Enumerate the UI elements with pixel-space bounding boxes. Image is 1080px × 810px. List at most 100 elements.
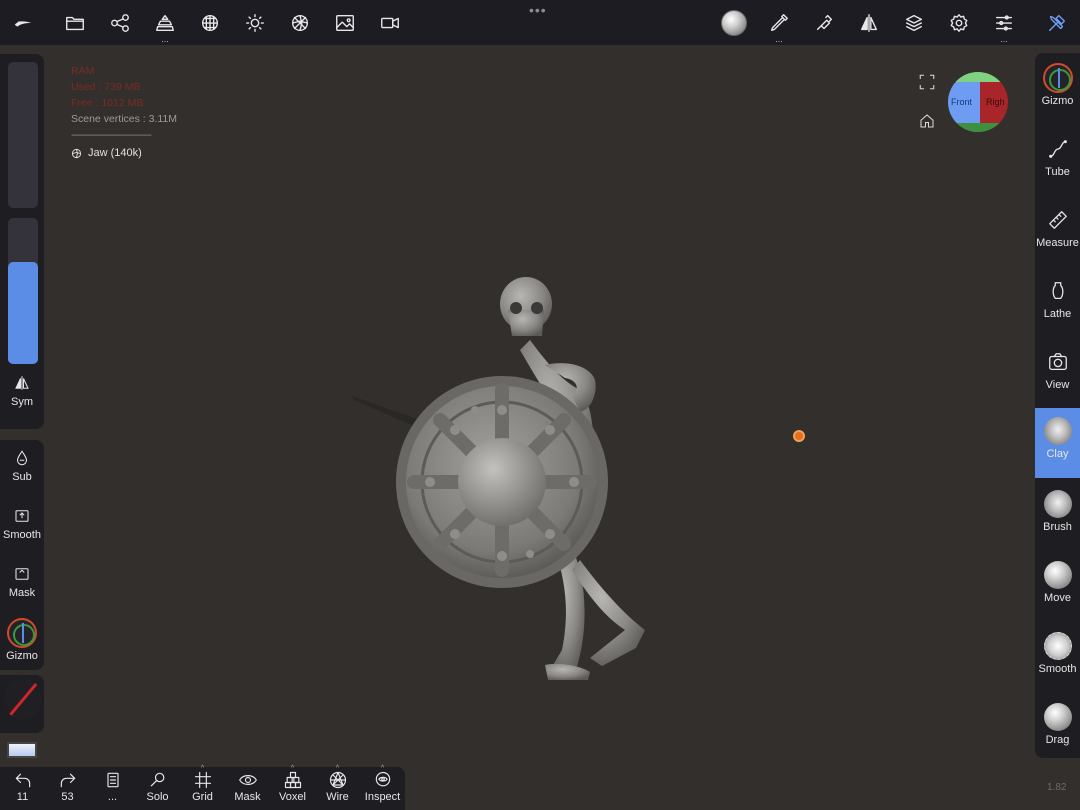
smooth-button[interactable]: Smooth xyxy=(0,507,44,541)
mask-square-icon xyxy=(15,568,29,580)
tool-label: Drag xyxy=(1045,734,1070,746)
grid-button[interactable]: ^ Grid xyxy=(180,765,225,803)
material-ball-icon[interactable] xyxy=(719,8,749,38)
more-indicator: ... xyxy=(775,34,783,44)
inspect-label: Inspect xyxy=(364,791,401,803)
voxel-button[interactable]: ^ Voxel xyxy=(270,765,315,803)
ram-label: RAM xyxy=(71,65,95,77)
history-label: ... xyxy=(107,791,118,803)
home-icon[interactable] xyxy=(918,112,938,132)
topology-icon[interactable] xyxy=(195,8,225,38)
brush-radius-slider[interactable] xyxy=(8,62,38,208)
paint-brush-icon[interactable]: ... xyxy=(764,8,794,44)
video-icon[interactable] xyxy=(375,8,405,38)
inspect-icon xyxy=(375,771,390,787)
pivot-point[interactable] xyxy=(793,430,805,442)
tool-drag[interactable]: Drag xyxy=(1035,694,1080,758)
drag-handle[interactable]: ••• xyxy=(529,2,547,18)
tool-gizmo[interactable]: Gizmo xyxy=(1035,55,1080,125)
color-picker-icon[interactable] xyxy=(4,678,42,720)
fullscreen-icon[interactable] xyxy=(918,73,938,93)
lighting-icon[interactable] xyxy=(240,8,270,38)
sliders-icon[interactable]: ... xyxy=(989,8,1019,44)
symmetry-icon xyxy=(15,376,29,390)
caret-up-icon: ^ xyxy=(290,765,295,772)
top-toolbar: ••• ... ... ... xyxy=(0,0,1080,45)
eye-icon xyxy=(238,775,257,785)
tools-icon[interactable] xyxy=(1042,8,1072,38)
intensity-fill xyxy=(8,261,38,364)
camera-icon xyxy=(1048,353,1067,370)
tool-move[interactable]: Move xyxy=(1035,552,1080,622)
view-cube-top[interactable] xyxy=(948,72,1008,82)
smooth-brush-icon xyxy=(1043,632,1072,660)
inspect-button[interactable]: ^ Inspect xyxy=(360,765,405,803)
redo-button[interactable]: 53 xyxy=(45,770,90,803)
caret-up-icon: ^ xyxy=(200,765,205,772)
symmetry-icon[interactable] xyxy=(854,8,884,38)
search-icon xyxy=(150,772,164,787)
mask-visibility-button[interactable]: Mask xyxy=(225,770,270,803)
tool-tube[interactable]: Tube xyxy=(1035,126,1080,196)
skeleton-jaw xyxy=(508,310,544,336)
more-indicator: ... xyxy=(161,34,169,44)
wire-button[interactable]: ^ Wire xyxy=(315,765,360,803)
ruler-icon xyxy=(1048,211,1067,229)
more-indicator: ... xyxy=(1000,34,1008,44)
tool-brush[interactable]: Brush xyxy=(1035,481,1080,551)
mask-button[interactable]: Mask xyxy=(0,565,44,599)
tool-label: Measure xyxy=(1036,237,1079,249)
view-cube-bottom[interactable] xyxy=(948,123,1008,132)
grid-label: Grid xyxy=(192,791,213,803)
caret-up-icon: ^ xyxy=(335,765,340,772)
tool-label: Smooth xyxy=(1038,663,1077,675)
scene-stats: RAM Used : 739 MB Free : 1012 MB Scene v… xyxy=(71,63,177,161)
mask-bottom-label: Mask xyxy=(234,791,261,803)
tool-clay[interactable]: Clay xyxy=(1035,408,1080,478)
voxel-icon xyxy=(284,771,301,789)
background-icon[interactable] xyxy=(330,8,360,38)
brush-icon xyxy=(1043,490,1072,518)
solo-label: Solo xyxy=(146,791,169,803)
folder-icon[interactable] xyxy=(60,8,90,38)
ram-used: Used : 739 MB xyxy=(71,81,141,93)
primitive-icon[interactable]: ... xyxy=(150,8,180,44)
skull-eye-right xyxy=(531,302,543,314)
stroke-icon[interactable] xyxy=(809,8,839,38)
history-button[interactable]: ... xyxy=(90,770,135,803)
gizmo-left-label: Gizmo xyxy=(6,650,38,662)
undo-count: 11 xyxy=(16,791,29,803)
gizmo-left-button[interactable]: Gizmo xyxy=(0,618,44,662)
stats-separator: -------------------------------- xyxy=(71,129,152,141)
tool-measure[interactable]: Measure xyxy=(1035,197,1080,267)
tool-lathe[interactable]: Lathe xyxy=(1035,268,1080,338)
layers-icon[interactable] xyxy=(899,8,929,38)
material-swatch-icon[interactable] xyxy=(7,742,37,758)
tool-view[interactable]: View xyxy=(1035,339,1080,409)
object-icon xyxy=(71,148,82,158)
tool-label: Move xyxy=(1044,592,1071,604)
version-label: 1.82 xyxy=(1047,782,1067,793)
view-cube[interactable]: Front Righ xyxy=(948,72,1008,132)
tool-label: Clay xyxy=(1046,448,1069,460)
sub-button[interactable]: Sub xyxy=(0,449,44,483)
drag-brush-icon xyxy=(1043,703,1072,731)
undo-button[interactable]: 11 xyxy=(0,770,45,803)
tool-smooth[interactable]: Smooth xyxy=(1035,623,1080,693)
settings-gear-icon[interactable] xyxy=(944,8,974,38)
skeleton-model xyxy=(352,277,645,680)
symmetry-button[interactable]: Sym xyxy=(0,374,44,408)
move-brush-icon xyxy=(1043,561,1072,589)
app-logo-icon[interactable] xyxy=(8,8,38,38)
mask-label: Mask xyxy=(8,587,36,599)
solo-button[interactable]: Solo xyxy=(135,770,180,803)
tool-label: Lathe xyxy=(1043,308,1072,320)
tool-label: View xyxy=(1045,379,1070,391)
shading-icon[interactable] xyxy=(285,8,315,38)
wireframe-icon xyxy=(329,771,346,789)
tube-icon xyxy=(1048,140,1067,158)
tool-label: Tube xyxy=(1045,166,1070,178)
selected-object[interactable]: Jaw (140k) xyxy=(71,145,177,161)
brush-intensity-slider[interactable] xyxy=(8,218,38,364)
scene-graph-icon[interactable] xyxy=(105,8,135,38)
